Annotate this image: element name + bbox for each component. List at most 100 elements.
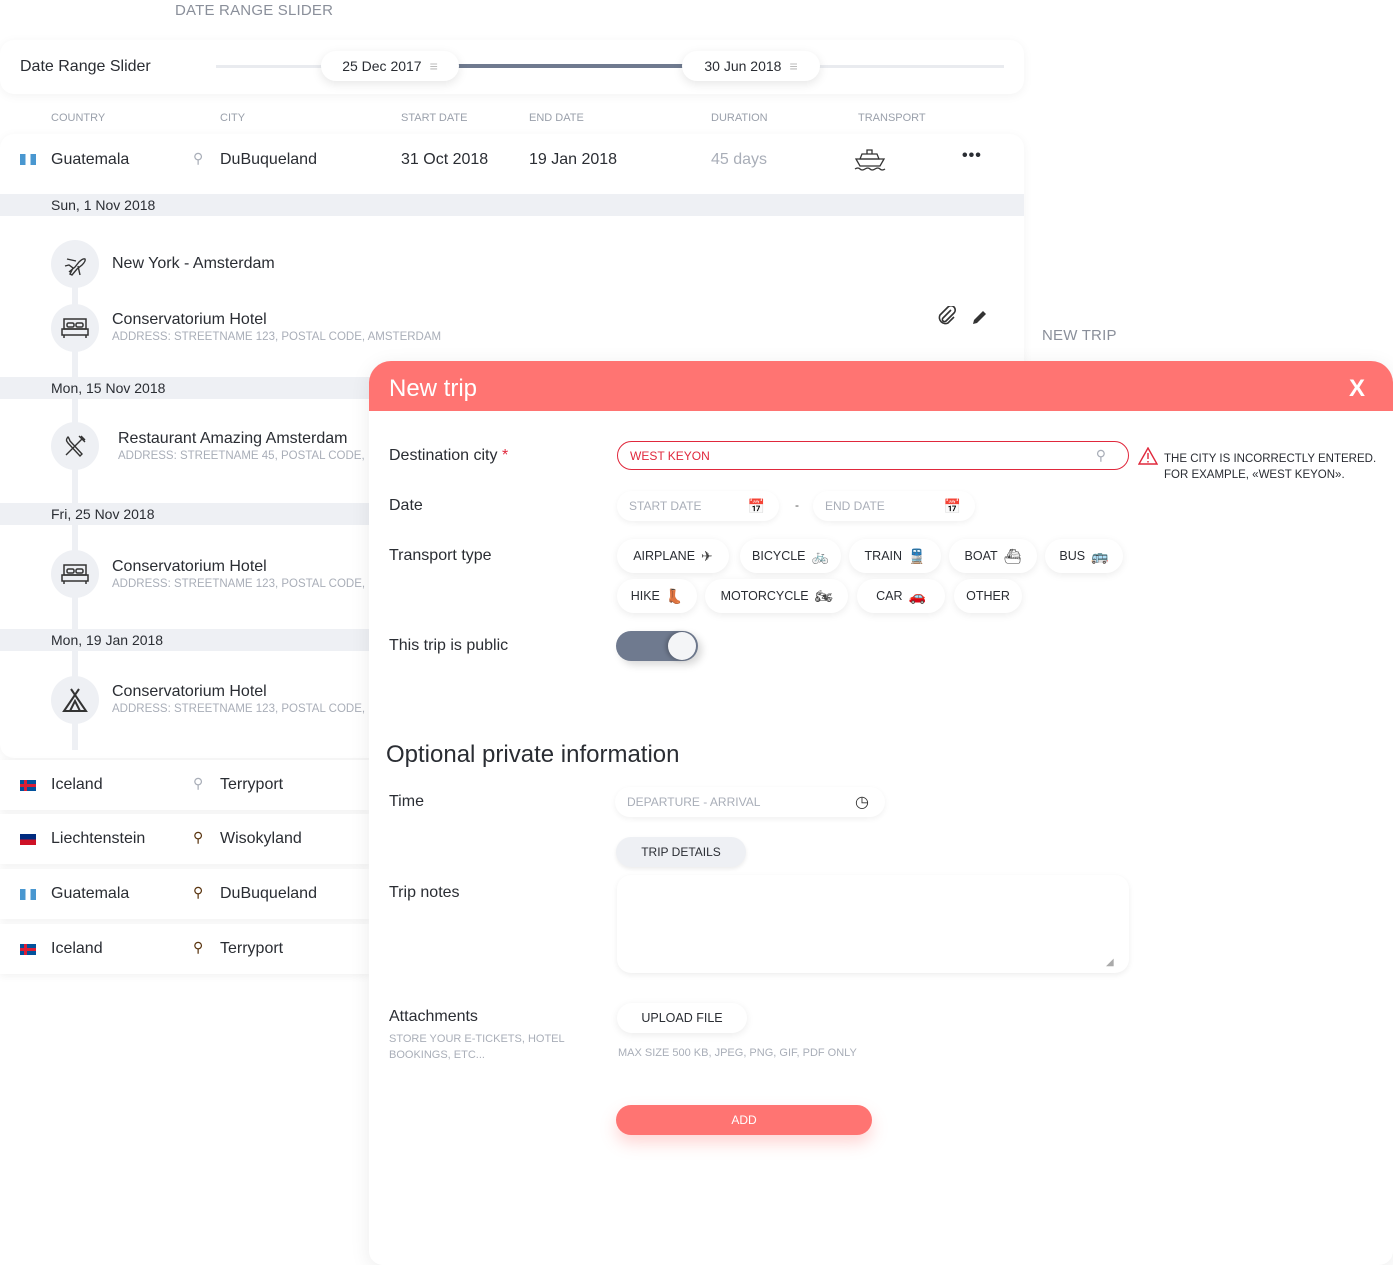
location-pin-icon: ⚲ bbox=[193, 829, 204, 845]
event-address: ADDRESS: STREETNAME 123, POSTAL CODE, bbox=[112, 703, 366, 715]
public-toggle[interactable] bbox=[616, 631, 698, 661]
city: DuBuqueland bbox=[220, 885, 317, 902]
upload-file-button[interactable]: UPLOAD FILE bbox=[617, 1003, 747, 1033]
optional-section-title: Optional private information bbox=[386, 741, 680, 768]
train-icon: 🚆 bbox=[908, 547, 926, 564]
more-options-button[interactable]: ••• bbox=[962, 147, 982, 165]
slider-start-handle[interactable]: 25 Dec 2017 ≡ bbox=[321, 51, 459, 81]
public-label: This trip is public bbox=[389, 637, 509, 654]
trip-notes-textarea[interactable] bbox=[617, 875, 1129, 973]
country: Liechtenstein bbox=[51, 830, 146, 847]
warning-icon bbox=[1138, 447, 1158, 465]
event-address: ADDRESS: STREETNAME 123, POSTAL CODE, AM… bbox=[112, 331, 442, 343]
trip-notes-label: Trip notes bbox=[389, 884, 460, 901]
transport-label: Transport type bbox=[389, 547, 492, 564]
slider-label: Date Range Slider bbox=[20, 58, 151, 75]
city: Wisokyland bbox=[220, 830, 302, 847]
toggle-knob bbox=[668, 632, 696, 660]
day-header: Sun, 1 Nov 2018 bbox=[0, 194, 1024, 216]
timeline-line bbox=[72, 286, 78, 306]
event-title: New York - Amsterdam bbox=[112, 255, 275, 272]
start-date: 31 Oct 2018 bbox=[401, 151, 489, 168]
event-title: Conservatorium Hotel bbox=[112, 683, 267, 700]
modal-title: New trip bbox=[389, 375, 478, 402]
new-trip-modal: New trip X Destination city * WEST KEYON… bbox=[369, 361, 1393, 1265]
destination-input[interactable]: WEST KEYON ⚲ bbox=[617, 441, 1129, 470]
col-start-date[interactable]: START DATE bbox=[401, 112, 467, 124]
upload-limits: MAX SIZE 500 KB, JPEG, PNG, GIF, PDF ONL… bbox=[618, 1047, 857, 1059]
date-separator: - bbox=[795, 498, 799, 512]
flag-guatemala-icon bbox=[20, 889, 36, 900]
col-duration[interactable]: DURATION bbox=[711, 112, 768, 124]
calendar-icon: 📅 bbox=[747, 497, 765, 514]
flag-iceland-icon bbox=[20, 780, 36, 791]
time-input[interactable]: DEPARTURE - ARRIVAL ◷ bbox=[615, 787, 885, 817]
transport-other[interactable]: OTHER bbox=[954, 579, 1022, 613]
city: DuBuqueland bbox=[220, 151, 317, 168]
city: Terryport bbox=[220, 776, 284, 793]
section-title-date-range-slider: DATE RANGE SLIDER bbox=[175, 2, 334, 19]
motorcycle-icon: 🏍 bbox=[814, 587, 833, 604]
location-pin-icon: ⚲ bbox=[1095, 447, 1106, 463]
country: Guatemala bbox=[51, 885, 130, 902]
slider-end-handle[interactable]: 30 Jun 2018 ≡ bbox=[682, 51, 820, 81]
trip-details-button[interactable]: TRIP DETAILS bbox=[616, 837, 746, 867]
attachments-hint: STORE YOUR E-TICKETS, HOTEL BOOKINGS, ETC… bbox=[389, 1033, 565, 1061]
flag-iceland-icon bbox=[20, 944, 36, 955]
attachments-label: Attachments bbox=[389, 1008, 478, 1025]
boot-icon: 👢 bbox=[665, 587, 684, 604]
transport-hike[interactable]: HIKE 👢 bbox=[617, 579, 697, 613]
ship-icon bbox=[854, 149, 886, 171]
col-transport[interactable]: TRANSPORT bbox=[858, 112, 926, 124]
col-end-date[interactable]: END DATE bbox=[529, 112, 584, 124]
event-address: ADDRESS: STREETNAME 123, POSTAL CODE, bbox=[112, 578, 366, 590]
bus-icon: 🚌 bbox=[1091, 547, 1109, 564]
col-country[interactable]: COUNTRY bbox=[51, 112, 105, 124]
event-title: Restaurant Amazing Amsterdam bbox=[118, 430, 348, 447]
bicycle-icon: 🚲 bbox=[811, 547, 829, 564]
car-icon: 🚗 bbox=[908, 587, 926, 604]
transport-bicycle[interactable]: BICYCLE 🚲 bbox=[740, 539, 841, 573]
destination-error: THE CITY IS INCORRECTLY ENTERED. FOR EXAM… bbox=[1164, 453, 1377, 481]
grip-icon: ≡ bbox=[429, 58, 438, 74]
airplane-icon: ✈ bbox=[701, 547, 713, 564]
country: Iceland bbox=[51, 940, 103, 957]
paperclip-icon[interactable] bbox=[937, 306, 957, 326]
location-pin-icon: ⚲ bbox=[193, 775, 204, 791]
end-date-input[interactable]: END DATE 📅 bbox=[813, 491, 975, 521]
bed-icon bbox=[51, 550, 99, 598]
transport-bus[interactable]: BUS 🚌 bbox=[1045, 539, 1123, 573]
grip-icon: ≡ bbox=[789, 58, 798, 74]
pencil-icon[interactable] bbox=[970, 307, 990, 327]
date-label: Date bbox=[389, 497, 423, 514]
location-pin-icon: ⚲ bbox=[193, 884, 204, 900]
modal-header: New trip X bbox=[369, 361, 1393, 411]
boat-icon: ⛴ bbox=[1003, 547, 1022, 564]
country: Iceland bbox=[51, 776, 103, 793]
date-range-slider: Date Range Slider 25 Dec 2017 ≡ 30 Jun 20… bbox=[0, 40, 1024, 94]
transport-motorcycle[interactable]: MOTORCYCLE 🏍 bbox=[705, 579, 848, 613]
location-pin-icon: ⚲ bbox=[193, 939, 204, 955]
tent-icon bbox=[51, 676, 99, 724]
resize-handle-icon[interactable]: ◢ bbox=[1106, 957, 1114, 968]
destination-label: Destination city * bbox=[389, 447, 509, 464]
fork-knife-icon bbox=[51, 422, 99, 470]
slider-start-value: 25 Dec 2017 bbox=[342, 58, 422, 74]
airplane-icon bbox=[51, 240, 99, 288]
close-button[interactable]: X bbox=[1349, 377, 1365, 401]
transport-airplane[interactable]: AIRPLANE ✈ bbox=[617, 539, 729, 573]
event-address: ADDRESS: STREETNAME 45, POSTAL CODE, bbox=[118, 450, 365, 462]
transport-train[interactable]: TRAIN 🚆 bbox=[849, 539, 941, 573]
col-city[interactable]: CITY bbox=[220, 112, 245, 124]
transport-boat[interactable]: BOAT ⛴ bbox=[949, 539, 1037, 573]
calendar-icon: 📅 bbox=[943, 497, 961, 514]
event-title: Conservatorium Hotel bbox=[112, 311, 267, 328]
section-title-new-trip: NEW TRIP bbox=[1042, 327, 1117, 344]
transport-car[interactable]: CAR 🚗 bbox=[857, 579, 945, 613]
country: Guatemala bbox=[51, 151, 130, 168]
time-label: Time bbox=[389, 793, 424, 810]
start-date-input[interactable]: START DATE 📅 bbox=[617, 491, 779, 521]
add-button[interactable]: ADD bbox=[616, 1105, 872, 1135]
end-date: 19 Jan 2018 bbox=[529, 151, 618, 168]
location-pin-icon: ⚲ bbox=[193, 150, 204, 166]
